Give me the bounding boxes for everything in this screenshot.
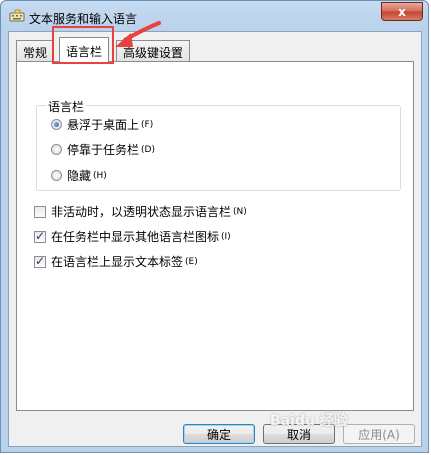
checkbox-shortcut: (E)	[185, 256, 198, 267]
keyboard-app-icon	[9, 9, 25, 22]
checkbox-label: 非活动时，以透明状态显示语言栏	[51, 205, 232, 219]
close-button[interactable]: x	[381, 2, 423, 21]
annotation-highlight-box	[52, 26, 114, 64]
radio-dock-in-taskbar[interactable]: 停靠于任务栏 (D)	[51, 141, 155, 158]
dialog-window: 文本服务和输入语言 x 常规 语言栏 高级键设置 语言栏 悬浮于桌面上 (F)	[0, 0, 429, 453]
tab-general[interactable]: 常规	[16, 40, 55, 61]
radio-label: 隐藏	[67, 169, 92, 183]
checkbox-label: 在语言栏上显示文本标签	[51, 255, 184, 269]
dialog-client-area: 常规 语言栏 高级键设置 语言栏 悬浮于桌面上 (F) 停靠于任务栏 (D) 隐…	[8, 31, 422, 447]
radio-shortcut: (H)	[93, 170, 107, 181]
radio-shortcut: (D)	[141, 144, 155, 155]
radio-button[interactable]	[51, 170, 62, 181]
checkbox-shortcut: (N)	[233, 206, 247, 217]
checkbox-shortcut: (I)	[221, 231, 231, 242]
radio-label: 悬浮于桌面上	[67, 118, 140, 132]
checkbox-transparent-when-inactive[interactable]: 非活动时，以透明状态显示语言栏 (N)	[34, 203, 247, 220]
radio-float-on-desktop[interactable]: 悬浮于桌面上 (F)	[51, 116, 153, 133]
checkbox[interactable]	[34, 254, 46, 268]
checkbox[interactable]	[34, 229, 46, 243]
close-icon: x	[398, 4, 406, 19]
checkbox-show-text-labels[interactable]: 在语言栏上显示文本标签 (E)	[34, 253, 198, 270]
annotation-arrow-icon	[115, 21, 161, 47]
radio-shortcut: (F)	[141, 119, 154, 130]
radio-button[interactable]	[51, 119, 62, 130]
tab-panel: 语言栏 悬浮于桌面上 (F) 停靠于任务栏 (D) 隐藏 (H) 非活动时，以透…	[16, 61, 414, 411]
ok-button[interactable]: 确定	[183, 424, 255, 444]
tab-label: 常规	[23, 46, 48, 60]
watermark-text: Baidu 经验	[270, 413, 348, 429]
radio-label: 停靠于任务栏	[67, 143, 140, 157]
checkbox-show-other-icons[interactable]: 在任务栏中显示其他语言栏图标 (I)	[34, 228, 231, 245]
checkbox-label: 在任务栏中显示其他语言栏图标	[51, 230, 220, 244]
watermark: Baidu 经验	[270, 400, 420, 440]
group-title: 语言栏	[46, 98, 87, 115]
radio-button[interactable]	[51, 144, 62, 155]
radio-hidden[interactable]: 隐藏 (H)	[51, 167, 107, 184]
button-label: 确定	[206, 427, 231, 442]
language-bar-groupbox: 语言栏 悬浮于桌面上 (F) 停靠于任务栏 (D) 隐藏 (H)	[36, 98, 401, 191]
checkbox[interactable]	[34, 205, 46, 218]
